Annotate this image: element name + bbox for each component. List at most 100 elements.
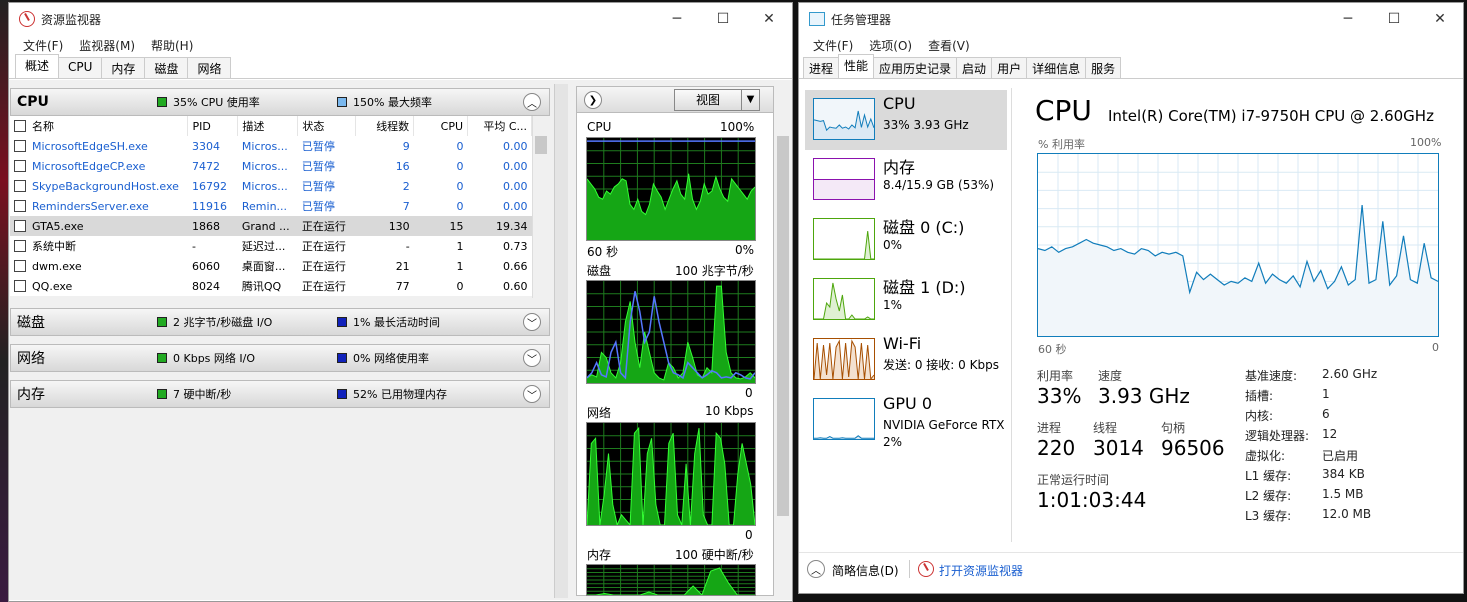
sidebar-item-memory[interactable]: 内存 8.4/15.9 GB (53%) bbox=[805, 150, 1007, 210]
cell-pid: 8024 bbox=[191, 279, 220, 293]
table-row[interactable]: MicrosoftEdgeSH.exe 3304 Micros... 已暂停 9 0 0.0… bbox=[10, 136, 532, 156]
menu-file[interactable]: 文件(F) bbox=[23, 37, 63, 54]
utilization-label: 利用率 bbox=[1037, 369, 1074, 383]
tab-performance[interactable]: 性能 bbox=[838, 54, 875, 78]
expand-chevron-icon[interactable]: ﹀ bbox=[523, 349, 541, 367]
table-row[interactable]: RemindersServer.exe 11916 Remin... 已暂停 7 0 0.0… bbox=[10, 196, 532, 216]
col-pid[interactable]: PID bbox=[187, 116, 239, 136]
col-cpu[interactable]: CPU bbox=[413, 116, 469, 136]
cell-desc: Micros... bbox=[241, 139, 288, 153]
graphs-scrollbar[interactable] bbox=[775, 116, 791, 596]
sidebar-item-disk-0[interactable]: 磁盘 0 (C:) 0% bbox=[805, 210, 1007, 270]
disk0-thumbnail-graph bbox=[813, 218, 875, 260]
cell-desc: Micros... bbox=[241, 179, 288, 193]
cpu-activity-graph bbox=[586, 137, 756, 241]
graph-min-label: 0 bbox=[1432, 341, 1439, 354]
sidebar-item-disk-1[interactable]: 磁盘 1 (D:) 1% bbox=[805, 270, 1007, 330]
menu-monitor[interactable]: 监视器(M) bbox=[79, 37, 135, 54]
fewer-details-link[interactable]: 简略信息(D) bbox=[832, 562, 899, 579]
menu-help[interactable]: 帮助(H) bbox=[151, 37, 193, 54]
table-row[interactable]: SkypeBackgroundHost.exe 16792 Micros... 已暂停… bbox=[10, 176, 532, 196]
cpu-section-header[interactable]: CPU 35% CPU 使用率 150% 最大频率 ︿ bbox=[10, 88, 550, 116]
close-button[interactable]: ✕ bbox=[746, 3, 792, 35]
table-row[interactable]: QQ.exe 8024 腾讯QQ 正在运行 77 0 0.60 bbox=[10, 276, 532, 296]
title-bar[interactable]: 任务管理器 ─ ☐ ✕ bbox=[799, 3, 1463, 35]
collapse-chevron-icon[interactable]: ︿ bbox=[523, 93, 541, 111]
tab-bar: 进程 性能 应用历史记录 启动 用户 详细信息 服务 bbox=[799, 54, 1463, 79]
expand-chevron-icon[interactable]: ﹀ bbox=[523, 313, 541, 331]
tab-details[interactable]: 详细信息 bbox=[1026, 57, 1087, 78]
table-row[interactable]: dwm.exe 6060 桌面窗... 正在运行 21 1 0.66 bbox=[10, 256, 532, 276]
expand-pane-icon[interactable]: ❯ bbox=[584, 91, 602, 109]
process-name: MicrosoftEdgeSH.exe bbox=[32, 139, 148, 153]
pane-splitter[interactable] bbox=[554, 84, 568, 598]
collapse-chevron-icon[interactable]: ︿ bbox=[807, 560, 825, 578]
physical-memory-stat: 52% 已用物理内存 bbox=[353, 388, 447, 401]
tab-network[interactable]: 网络 bbox=[187, 57, 232, 78]
tab-cpu[interactable]: CPU bbox=[58, 57, 103, 78]
tab-users[interactable]: 用户 bbox=[991, 57, 1028, 78]
process-name: SkypeBackgroundHost.exe bbox=[32, 179, 179, 193]
sidebar-item-cpu[interactable]: CPU 33% 3.93 GHz bbox=[805, 90, 1007, 150]
row-checkbox[interactable] bbox=[14, 259, 26, 272]
network-usage-legend-icon bbox=[337, 353, 347, 363]
menu-file[interactable]: 文件(F) bbox=[813, 37, 853, 54]
tab-memory[interactable]: 内存 bbox=[101, 57, 146, 78]
col-status[interactable]: 状态 bbox=[297, 116, 357, 136]
spec-value: 6 bbox=[1322, 407, 1330, 421]
row-checkbox[interactable] bbox=[14, 240, 26, 252]
table-row[interactable]: GTA5.exe 1868 Grand ... 正在运行 130 15 19.34 bbox=[10, 216, 532, 236]
row-checkbox[interactable] bbox=[14, 279, 26, 292]
menu-bar: 文件(F) 监视器(M) 帮助(H) bbox=[9, 35, 792, 55]
sidebar-item-gpu[interactable]: GPU 0 NVIDIA GeForce RTX 2% bbox=[805, 390, 1007, 450]
tab-overview[interactable]: 概述 bbox=[15, 54, 60, 78]
open-resource-monitor-link[interactable]: 打开资源监视器 bbox=[939, 562, 1023, 579]
maximize-button[interactable]: ☐ bbox=[1371, 3, 1417, 35]
close-button[interactable]: ✕ bbox=[1417, 3, 1463, 35]
row-checkbox[interactable] bbox=[14, 139, 26, 152]
col-threads[interactable]: 线程数 bbox=[355, 116, 415, 136]
tab-app-history[interactable]: 应用历史记录 bbox=[873, 57, 958, 78]
network-section-header[interactable]: 网络 0 Kbps 网络 I/O 0% 网络使用率 ﹀ bbox=[10, 344, 550, 372]
minimize-button[interactable]: ─ bbox=[1325, 3, 1371, 35]
handles-value: 96506 bbox=[1161, 436, 1225, 460]
spec-value: 1.5 MB bbox=[1322, 487, 1364, 501]
spec-value: 1 bbox=[1322, 387, 1330, 401]
col-avg-cpu[interactable]: 平均 C... bbox=[467, 116, 532, 136]
menu-view[interactable]: 查看(V) bbox=[928, 37, 970, 54]
table-row[interactable]: 系统中断 - 延迟过... 正在运行 - 1 0.73 bbox=[10, 236, 532, 256]
cell-name: RemindersServer.exe bbox=[10, 196, 188, 216]
expand-chevron-icon[interactable]: ﹀ bbox=[523, 385, 541, 403]
row-checkbox[interactable] bbox=[14, 179, 26, 192]
tab-services[interactable]: 服务 bbox=[1085, 57, 1122, 78]
window-title: 资源监视器 bbox=[41, 12, 102, 27]
title-bar[interactable]: 资源监视器 ─ ☐ ✕ bbox=[9, 3, 792, 35]
side-divider bbox=[1011, 88, 1012, 542]
row-checkbox[interactable] bbox=[14, 199, 26, 212]
cell-threads: 21 bbox=[395, 259, 410, 273]
row-checkbox[interactable] bbox=[14, 219, 26, 232]
sidebar-item-wifi[interactable]: Wi-Fi 发送: 0 接收: 0 Kbps bbox=[805, 330, 1007, 390]
disk-section-header[interactable]: 磁盘 2 兆字节/秒磁盘 I/O 1% 最长活动时间 ﹀ bbox=[10, 308, 550, 336]
sidebar-item-name: CPU bbox=[883, 94, 916, 113]
sidebar-item-sub: 1% bbox=[883, 298, 903, 312]
table-row[interactable]: MicrosoftEdgeCP.exe 7472 Micros... 已暂停 16 0 0.… bbox=[10, 156, 532, 176]
table-scrollbar[interactable] bbox=[532, 116, 548, 298]
spec-value: 12 bbox=[1322, 427, 1338, 441]
tab-disk[interactable]: 磁盘 bbox=[144, 57, 189, 78]
minimize-button[interactable]: ─ bbox=[654, 3, 700, 35]
col-name[interactable]: 名称 bbox=[32, 120, 54, 133]
graph-disk-max: 100 兆字节/秒 bbox=[675, 264, 754, 278]
tab-processes[interactable]: 进程 bbox=[803, 57, 840, 78]
view-button[interactable]: 视图 ▼ bbox=[674, 89, 760, 111]
row-checkbox[interactable] bbox=[14, 159, 26, 172]
maximize-button[interactable]: ☐ bbox=[700, 3, 746, 35]
memory-section-header[interactable]: 内存 7 硬中断/秒 52% 已用物理内存 ﹀ bbox=[10, 380, 550, 408]
processes-value: 220 bbox=[1037, 436, 1076, 460]
tab-startup[interactable]: 启动 bbox=[956, 57, 993, 78]
col-desc[interactable]: 描述 bbox=[237, 116, 299, 136]
cell-pid: 6060 bbox=[191, 259, 220, 273]
select-all-checkbox[interactable] bbox=[14, 120, 26, 132]
cpu-thumbnail-graph bbox=[813, 98, 875, 140]
menu-options[interactable]: 选项(O) bbox=[869, 37, 912, 54]
